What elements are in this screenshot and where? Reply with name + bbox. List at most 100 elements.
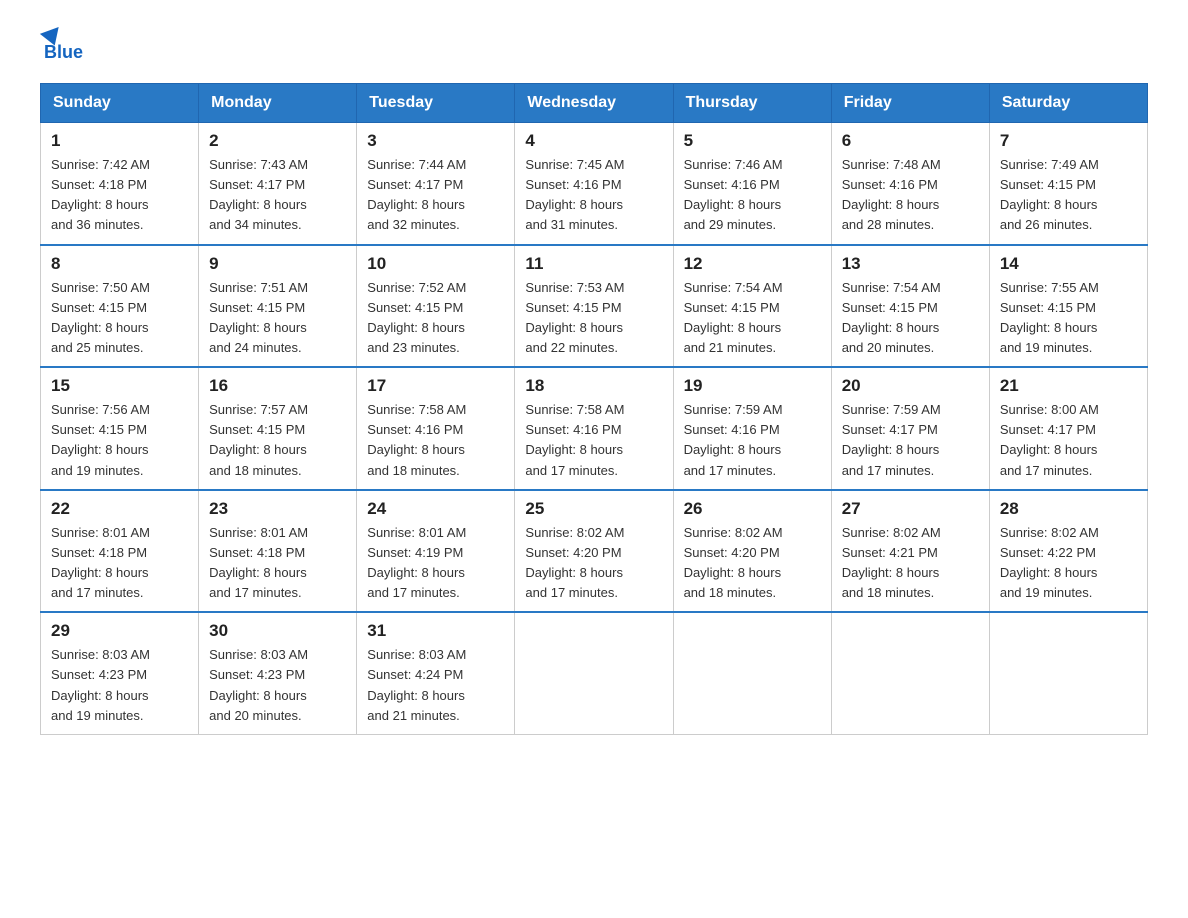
calendar-header-thursday: Thursday: [673, 84, 831, 123]
calendar-header-friday: Friday: [831, 84, 989, 123]
calendar-empty-cell: [831, 612, 989, 734]
calendar-day-cell: 21Sunrise: 8:00 AMSunset: 4:17 PMDayligh…: [989, 367, 1147, 490]
day-number: 17: [367, 376, 504, 396]
day-number: 23: [209, 499, 346, 519]
day-number: 18: [525, 376, 662, 396]
calendar-day-cell: 11 Sunrise: 7:53 AMSunset: 4:15 PMDayligh…: [515, 245, 673, 368]
day-info: Sunrise: 7:50 AMSunset: 4:15 PMDaylight:…: [51, 278, 188, 359]
calendar-day-cell: 27 Sunrise: 8:02 AMSunset: 4:21 PMDayligh…: [831, 490, 989, 613]
day-info: Sunrise: 8:02 AMSunset: 4:20 PMDaylight:…: [525, 523, 662, 604]
day-info: Sunrise: 7:49 AMSunset: 4:15 PMDaylight:…: [1000, 155, 1137, 236]
calendar-week-row: 8 Sunrise: 7:50 AMSunset: 4:15 PMDaylight…: [41, 245, 1148, 368]
day-number: 10: [367, 254, 504, 274]
day-info: Sunrise: 8:02 AMSunset: 4:20 PMDaylight:…: [684, 523, 821, 604]
calendar-day-cell: 26 Sunrise: 8:02 AMSunset: 4:20 PMDayligh…: [673, 490, 831, 613]
day-info: Sunrise: 8:03 AMSunset: 4:23 PMDaylight:…: [209, 645, 346, 726]
day-info: Sunrise: 7:44 AMSunset: 4:17 PMDaylight:…: [367, 155, 504, 236]
calendar-day-cell: 20 Sunrise: 7:59 AMSunset: 4:17 PMDayligh…: [831, 367, 989, 490]
day-info: Sunrise: 7:43 AMSunset: 4:17 PMDaylight:…: [209, 155, 346, 236]
calendar-day-cell: 10 Sunrise: 7:52 AMSunset: 4:15 PMDayligh…: [357, 245, 515, 368]
calendar-day-cell: 18 Sunrise: 7:58 AMSunset: 4:16 PMDayligh…: [515, 367, 673, 490]
day-number: 13: [842, 254, 979, 274]
calendar-day-cell: 28Sunrise: 8:02 AMSunset: 4:22 PMDayligh…: [989, 490, 1147, 613]
day-info: Sunrise: 8:03 AMSunset: 4:23 PMDaylight:…: [51, 645, 188, 726]
day-info: Sunrise: 7:42 AMSunset: 4:18 PMDaylight:…: [51, 155, 188, 236]
calendar-day-cell: 22 Sunrise: 8:01 AMSunset: 4:18 PMDayligh…: [41, 490, 199, 613]
day-number: 14: [1000, 254, 1137, 274]
day-info: Sunrise: 7:54 AMSunset: 4:15 PMDaylight:…: [684, 278, 821, 359]
calendar-day-cell: 2 Sunrise: 7:43 AMSunset: 4:17 PMDaylight…: [199, 123, 357, 245]
day-number: 24: [367, 499, 504, 519]
day-info: Sunrise: 7:55 AMSunset: 4:15 PMDaylight:…: [1000, 278, 1137, 359]
day-info: Sunrise: 7:51 AMSunset: 4:15 PMDaylight:…: [209, 278, 346, 359]
day-number: 8: [51, 254, 188, 274]
calendar-day-cell: 7 Sunrise: 7:49 AMSunset: 4:15 PMDaylight…: [989, 123, 1147, 245]
day-number: 19: [684, 376, 821, 396]
day-number: 26: [684, 499, 821, 519]
calendar-day-cell: 24 Sunrise: 8:01 AMSunset: 4:19 PMDayligh…: [357, 490, 515, 613]
day-info: Sunrise: 7:53 AMSunset: 4:15 PMDaylight:…: [525, 278, 662, 359]
calendar-day-cell: 6 Sunrise: 7:48 AMSunset: 4:16 PMDaylight…: [831, 123, 989, 245]
day-number: 22: [51, 499, 188, 519]
calendar-day-cell: 23 Sunrise: 8:01 AMSunset: 4:18 PMDayligh…: [199, 490, 357, 613]
day-info: Sunrise: 8:01 AMSunset: 4:19 PMDaylight:…: [367, 523, 504, 604]
calendar-day-cell: 25 Sunrise: 8:02 AMSunset: 4:20 PMDayligh…: [515, 490, 673, 613]
calendar-day-cell: 8 Sunrise: 7:50 AMSunset: 4:15 PMDaylight…: [41, 245, 199, 368]
day-info: Sunrise: 8:02 AMSunset: 4:21 PMDaylight:…: [842, 523, 979, 604]
day-number: 21: [1000, 376, 1137, 396]
day-number: 31: [367, 621, 504, 641]
day-number: 29: [51, 621, 188, 641]
header: Blue: [40, 30, 1148, 63]
calendar-table: SundayMondayTuesdayWednesdayThursdayFrid…: [40, 83, 1148, 735]
day-number: 12: [684, 254, 821, 274]
calendar-day-cell: 16 Sunrise: 7:57 AMSunset: 4:15 PMDayligh…: [199, 367, 357, 490]
day-number: 6: [842, 131, 979, 151]
calendar-header-saturday: Saturday: [989, 84, 1147, 123]
day-info: Sunrise: 7:52 AMSunset: 4:15 PMDaylight:…: [367, 278, 504, 359]
day-info: Sunrise: 7:58 AMSunset: 4:16 PMDaylight:…: [367, 400, 504, 481]
day-number: 16: [209, 376, 346, 396]
day-info: Sunrise: 8:01 AMSunset: 4:18 PMDaylight:…: [209, 523, 346, 604]
day-number: 11: [525, 254, 662, 274]
calendar-header-tuesday: Tuesday: [357, 84, 515, 123]
day-info: Sunrise: 8:03 AMSunset: 4:24 PMDaylight:…: [367, 645, 504, 726]
calendar-day-cell: 12 Sunrise: 7:54 AMSunset: 4:15 PMDayligh…: [673, 245, 831, 368]
day-number: 30: [209, 621, 346, 641]
day-number: 1: [51, 131, 188, 151]
day-number: 9: [209, 254, 346, 274]
day-number: 2: [209, 131, 346, 151]
day-number: 20: [842, 376, 979, 396]
day-info: Sunrise: 7:48 AMSunset: 4:16 PMDaylight:…: [842, 155, 979, 236]
day-info: Sunrise: 7:58 AMSunset: 4:16 PMDaylight:…: [525, 400, 662, 481]
calendar-week-row: 1 Sunrise: 7:42 AMSunset: 4:18 PMDaylight…: [41, 123, 1148, 245]
calendar-day-cell: 30 Sunrise: 8:03 AMSunset: 4:23 PMDayligh…: [199, 612, 357, 734]
calendar-empty-cell: [673, 612, 831, 734]
calendar-day-cell: 13 Sunrise: 7:54 AMSunset: 4:15 PMDayligh…: [831, 245, 989, 368]
day-number: 4: [525, 131, 662, 151]
calendar-day-cell: 4 Sunrise: 7:45 AMSunset: 4:16 PMDaylight…: [515, 123, 673, 245]
calendar-empty-cell: [515, 612, 673, 734]
calendar-header-wednesday: Wednesday: [515, 84, 673, 123]
calendar-week-row: 29 Sunrise: 8:03 AMSunset: 4:23 PMDayligh…: [41, 612, 1148, 734]
calendar-day-cell: 15Sunrise: 7:56 AMSunset: 4:15 PMDayligh…: [41, 367, 199, 490]
day-number: 3: [367, 131, 504, 151]
day-number: 27: [842, 499, 979, 519]
day-number: 25: [525, 499, 662, 519]
day-number: 7: [1000, 131, 1137, 151]
day-info: Sunrise: 7:57 AMSunset: 4:15 PMDaylight:…: [209, 400, 346, 481]
calendar-week-row: 22 Sunrise: 8:01 AMSunset: 4:18 PMDayligh…: [41, 490, 1148, 613]
day-info: Sunrise: 8:01 AMSunset: 4:18 PMDaylight:…: [51, 523, 188, 604]
day-info: Sunrise: 7:45 AMSunset: 4:16 PMDaylight:…: [525, 155, 662, 236]
calendar-header-monday: Monday: [199, 84, 357, 123]
calendar-day-cell: 9 Sunrise: 7:51 AMSunset: 4:15 PMDaylight…: [199, 245, 357, 368]
calendar-day-cell: 5Sunrise: 7:46 AMSunset: 4:16 PMDaylight…: [673, 123, 831, 245]
calendar-day-cell: 17 Sunrise: 7:58 AMSunset: 4:16 PMDayligh…: [357, 367, 515, 490]
day-info: Sunrise: 7:59 AMSunset: 4:16 PMDaylight:…: [684, 400, 821, 481]
calendar-empty-cell: [989, 612, 1147, 734]
calendar-day-cell: 31 Sunrise: 8:03 AMSunset: 4:24 PMDayligh…: [357, 612, 515, 734]
calendar-day-cell: 29 Sunrise: 8:03 AMSunset: 4:23 PMDayligh…: [41, 612, 199, 734]
day-info: Sunrise: 7:59 AMSunset: 4:17 PMDaylight:…: [842, 400, 979, 481]
calendar-header-row: SundayMondayTuesdayWednesdayThursdayFrid…: [41, 84, 1148, 123]
calendar-day-cell: 1 Sunrise: 7:42 AMSunset: 4:18 PMDaylight…: [41, 123, 199, 245]
day-info: Sunrise: 7:54 AMSunset: 4:15 PMDaylight:…: [842, 278, 979, 359]
